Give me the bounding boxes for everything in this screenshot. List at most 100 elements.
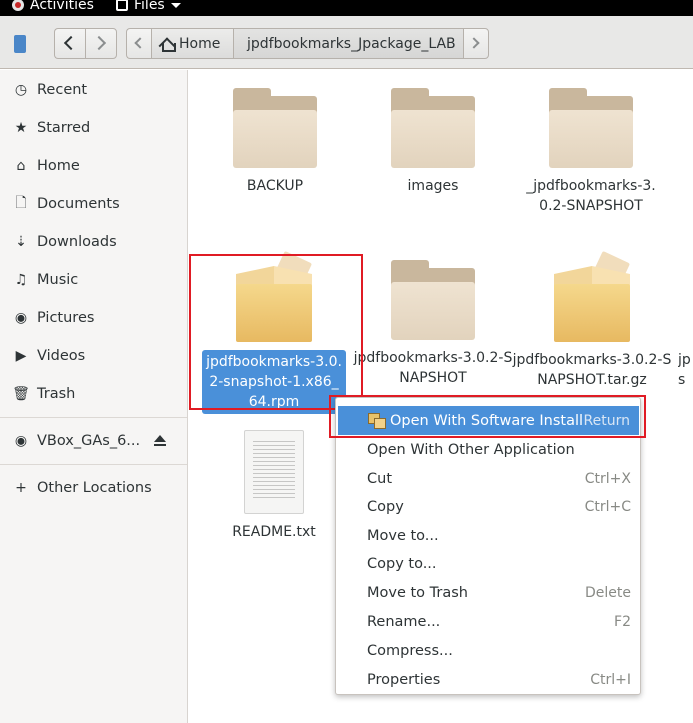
app-menu-label: Files [134,0,165,13]
sidebar-item-starred[interactable]: ★ Starred [0,109,187,147]
activities-icon [12,0,24,11]
sidebar-item-label: Home [37,158,80,174]
menu-item-accel: F2 [614,613,631,630]
file-item[interactable]: _jpdfbookmarks-3.0.2-SNAPSHOT [511,88,671,216]
sidebar-item-label: Other Locations [37,480,152,496]
sidebar-item-downloads[interactable]: ⇣ Downloads [0,223,187,261]
file-item[interactable]: jpdfbookmarks-3.0.2-SNAPSHOT [353,260,513,388]
menu-item-accel: Ctrl+C [584,498,631,515]
top-bar: Activities Files [0,0,693,16]
path-scroll-right-button[interactable] [463,28,489,59]
folder-icon [391,88,475,168]
sidebar-item-device[interactable]: ◉ VBox_GAs_6... [0,422,187,460]
forward-button[interactable] [85,28,117,59]
document-icon: 🗋 [15,195,27,211]
eject-icon[interactable] [154,435,166,447]
file-name: jpdfbookmarks-3.0.2-SNAPSHOT [353,350,513,386]
sidebar-item-pictures[interactable]: ◉ Pictures [0,299,187,337]
activities-button[interactable]: Activities [12,0,94,13]
menu-item-label: Move to Trash [367,584,468,601]
clock-icon: ◷ [14,82,28,98]
file-item[interactable]: images [353,88,513,196]
sidebar-item-label: Documents [37,196,120,212]
sidebar-item-label: Music [37,272,79,288]
sidebar-item-label: VBox_GAs_6... [37,433,141,449]
sidebar-divider [0,464,187,465]
context-menu: Open With Software Install Return Open W… [335,397,641,695]
sidebar-item-label: Downloads [37,234,117,250]
menu-item-accel: Ctrl+I [590,671,631,688]
menu-item-properties[interactable]: Properties Ctrl+I [336,665,640,694]
folder-icon [549,88,633,168]
sidebar-item-label: Pictures [37,310,95,326]
path-home-label: Home [179,35,221,52]
highlight-box-selected-file [189,254,363,410]
text-file-icon [244,430,304,514]
menu-item-label: Move to... [367,527,439,544]
files-app-icon [116,0,128,11]
video-icon: ▶ [15,348,27,364]
disc-icon: ◉ [14,433,28,449]
menu-item-copy-to[interactable]: Copy to... [336,549,640,578]
camera-icon: ◉ [14,310,28,326]
sidebar-item-home[interactable]: ⌂ Home [0,147,187,185]
chevron-left-icon [134,37,146,49]
menu-item-label: Properties [367,671,441,688]
file-name: images [407,178,459,194]
menu-item-accel: Delete [585,584,631,601]
menu-item-label: Copy [367,498,404,515]
file-name: jpdfbookmarks-3.0.2-SNAPSHOT.tar.gz [512,352,672,388]
sidebar-item-music[interactable]: ♫ Music [0,261,187,299]
path-home-button[interactable]: Home [151,28,233,59]
menu-item-move-to[interactable]: Move to... [336,521,640,550]
sidebar-item-trash[interactable]: 🗑 Trash [0,375,187,413]
menu-item-label: Cut [367,470,392,487]
menu-item-copy[interactable]: Copy Ctrl+C [336,492,640,521]
sidebar-toggle-icon[interactable] [14,35,26,53]
menu-item-label: Rename... [367,613,441,630]
trash-icon: 🗑 [12,386,30,402]
home-icon [160,37,176,52]
sidebar-item-label: Starred [37,120,91,136]
back-button[interactable] [54,28,85,59]
chevron-right-icon [468,37,480,49]
sidebar-item-recent[interactable]: ◷ Recent [0,71,187,109]
file-name: _jpdfbookmarks-3.0.2-SNAPSHOT [526,178,656,214]
sidebar-item-videos[interactable]: ▶ Videos [0,337,187,375]
sidebar-item-label: Recent [37,82,88,98]
plus-icon: + [15,480,27,496]
sidebar: ◷ Recent ★ Starred ⌂ Home 🗋 Documents ⇣ … [0,70,188,723]
menu-item-open-with-other[interactable]: Open With Other Application [336,435,640,464]
header-bar: Home jpdfbookmarks_Jpackage_LAB [0,16,693,69]
file-name: README.txt [232,524,316,540]
sidebar-item-other-locations[interactable]: + Other Locations [0,469,187,507]
menu-item-rename[interactable]: Rename... F2 [336,607,640,636]
menu-item-cut[interactable]: Cut Ctrl+X [336,464,640,493]
highlight-box-menu-item [329,395,646,438]
folder-icon [391,260,475,340]
path-current-button[interactable]: jpdfbookmarks_Jpackage_LAB [233,28,463,59]
file-item[interactable]: README.txt [194,430,354,542]
app-menu-button[interactable]: Files [116,0,181,13]
star-icon: ★ [14,120,28,136]
menu-item-label: Copy to... [367,555,437,572]
chevron-left-icon [63,35,79,51]
partial-file-label: jp s [678,352,691,388]
menu-item-compress[interactable]: Compress... [336,636,640,665]
package-icon [552,250,632,342]
file-item[interactable]: BACKUP [195,88,355,196]
activities-label: Activities [30,0,94,13]
file-name: BACKUP [246,178,304,194]
download-icon: ⇣ [15,234,27,250]
file-item[interactable]: jpdfbookmarks-3.0.2-SNAPSHOT.tar.gz [512,250,672,390]
menu-item-label: Compress... [367,642,453,659]
chevron-right-icon [91,35,107,51]
menu-item-label: Open With Other Application [367,441,575,458]
path-scroll-left-button[interactable] [126,28,151,59]
sidebar-item-label: Videos [37,348,86,364]
sidebar-item-documents[interactable]: 🗋 Documents [0,185,187,223]
music-icon: ♫ [14,272,28,288]
menu-item-move-to-trash[interactable]: Move to Trash Delete [336,578,640,607]
folder-icon [233,88,317,168]
path-current-label: jpdfbookmarks_Jpackage_LAB [247,35,456,52]
